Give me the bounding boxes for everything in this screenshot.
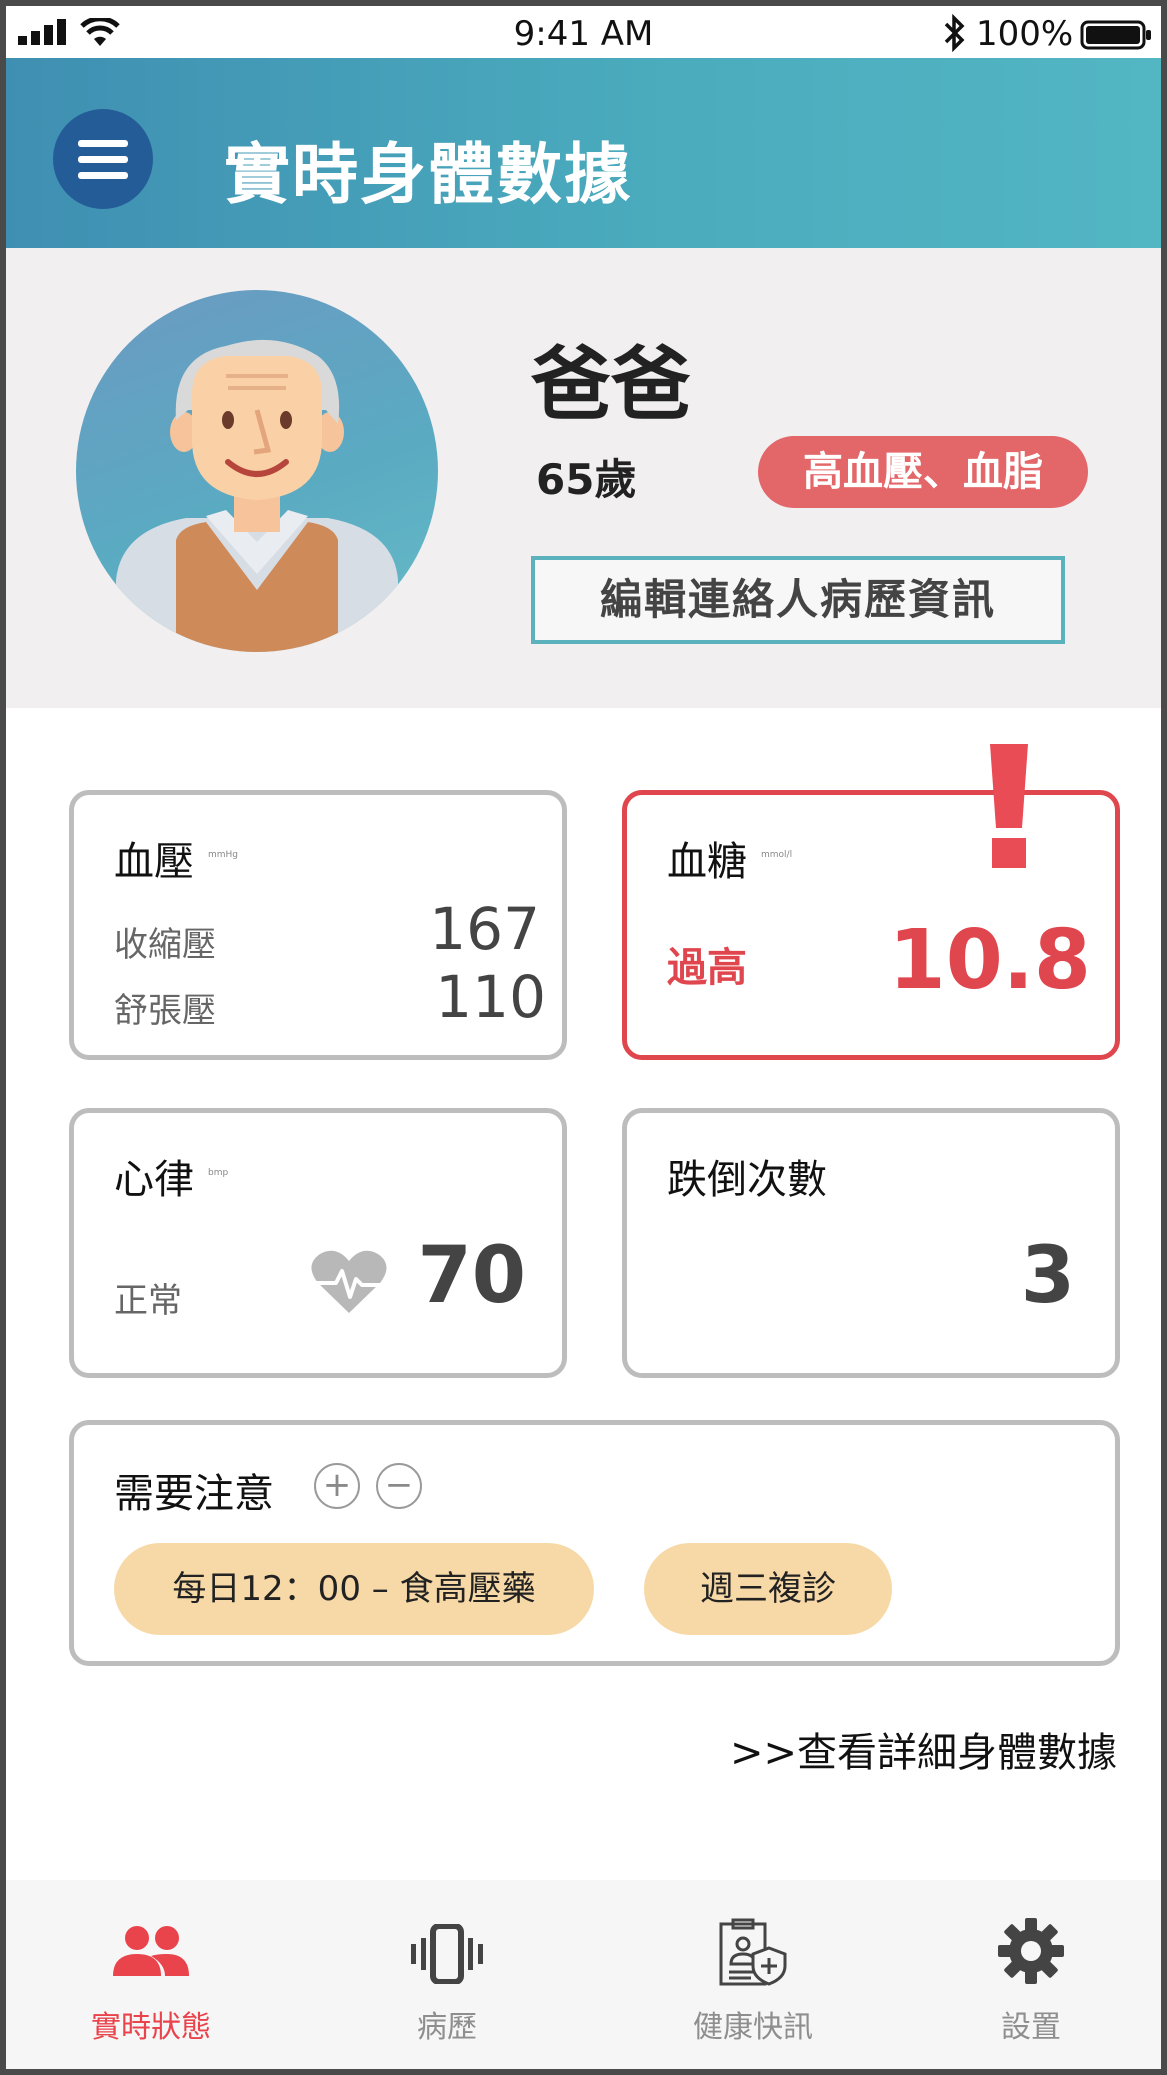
reminder-pill[interactable]: 每日12：00 – 食高壓藥 (114, 1543, 594, 1635)
avatar[interactable] (76, 290, 438, 652)
nav-label: 健康快訊 (693, 2010, 813, 2045)
nav-label: 病歷 (417, 2010, 477, 2045)
heart-rate-unit: bmp (208, 1168, 229, 1178)
nav-item-realtime-status[interactable]: 實時狀態 (46, 1880, 256, 2069)
elderly-man-illustration (116, 339, 398, 652)
blood-sugar-value: 10.8 (888, 913, 1091, 1008)
menu-icon-bar (78, 155, 128, 163)
profile-section: 爸爸 65歲 高血壓、血脂 編輯連絡人病歷資訊 (6, 248, 1161, 708)
blood-pressure-label: 血壓 (114, 839, 194, 885)
gear-icon (998, 1918, 1064, 1984)
phone-screen: 9:41 AM 100% 實時身體數據 爸爸 65歲 高血壓、血脂 編輯連絡人病… (6, 6, 1161, 2069)
nav-item-health-news[interactable]: 健康快訊 (648, 1880, 858, 2069)
systolic-label: 收縮壓 (114, 925, 216, 965)
fall-count-title: 跌倒次數 (667, 1157, 827, 1203)
page-title: 實時身體數據 (224, 136, 632, 213)
fall-count-card[interactable]: 跌倒次數 3 (622, 1108, 1120, 1378)
exclamation-alert-icon (990, 744, 1028, 868)
menu-icon-bar (78, 139, 128, 147)
systolic-value: 167 (429, 895, 540, 963)
blood-pressure-unit: mmHg (208, 850, 239, 860)
blood-sugar-unit: mmol/l (761, 850, 793, 860)
contact-name: 爸爸 (531, 338, 691, 431)
heart-rate-status: 正常 (114, 1281, 182, 1321)
battery-percentage: 100% (976, 14, 1074, 54)
blood-sugar-label: 血糖 (667, 839, 747, 885)
blood-sugar-card[interactable]: 血糖 mmol/l 過高 10.8 (622, 790, 1120, 1060)
menu-button[interactable] (53, 109, 153, 209)
nav-label: 實時狀態 (91, 2010, 211, 2045)
nav-item-medical-history[interactable]: 病歷 (342, 1880, 552, 2069)
attention-card: 需要注意 + − 每日12：00 – 食高壓藥 週三複診 (69, 1420, 1120, 1666)
vibrate-phone-icon (411, 1924, 483, 1984)
blood-pressure-card[interactable]: 血壓 mmHg 收縮壓 167 舒張壓 110 (69, 790, 567, 1060)
medical-report-icon (719, 1918, 787, 1986)
heart-rate-value: 70 (417, 1231, 526, 1321)
heart-rate-title: 心律 bmp (114, 1147, 228, 1205)
people-icon (113, 1926, 189, 1976)
heartbeat-icon (311, 1250, 387, 1313)
blood-sugar-status: 過高 (667, 945, 747, 991)
status-bar: 9:41 AM 100% (6, 6, 1161, 58)
bluetooth-icon (944, 14, 965, 52)
menu-icon-bar (78, 171, 128, 179)
add-reminder-button[interactable]: + (314, 1463, 360, 1509)
reminder-pill[interactable]: 週三複診 (644, 1543, 892, 1635)
battery-icon (1080, 20, 1151, 50)
app-header: 實時身體數據 (6, 58, 1161, 248)
nav-item-settings[interactable]: 設置 (926, 1880, 1136, 2069)
attention-title: 需要注意 (114, 1471, 274, 1517)
view-detailed-data-link[interactable]: >>查看詳細身體數據 (730, 1720, 1117, 1778)
diastolic-label: 舒張壓 (114, 991, 216, 1031)
heart-rate-label: 心律 (114, 1157, 194, 1203)
blood-pressure-title: 血壓 mmHg (114, 829, 238, 887)
edit-medical-record-button[interactable]: 編輯連絡人病歷資訊 (531, 556, 1065, 644)
fall-count-value: 3 (1020, 1231, 1075, 1321)
bottom-navigation: 實時狀態 病歷 健康快訊 設置 (6, 1880, 1161, 2069)
diastolic-value: 110 (435, 963, 546, 1031)
condition-badge: 高血壓、血脂 (758, 436, 1088, 508)
blood-sugar-title: 血糖 mmol/l (667, 829, 792, 887)
remove-reminder-button[interactable]: − (376, 1463, 422, 1509)
nav-label: 設置 (1001, 2010, 1061, 2045)
contact-age: 65歲 (536, 455, 637, 504)
heart-rate-card[interactable]: 心律 bmp 正常 70 (69, 1108, 567, 1378)
